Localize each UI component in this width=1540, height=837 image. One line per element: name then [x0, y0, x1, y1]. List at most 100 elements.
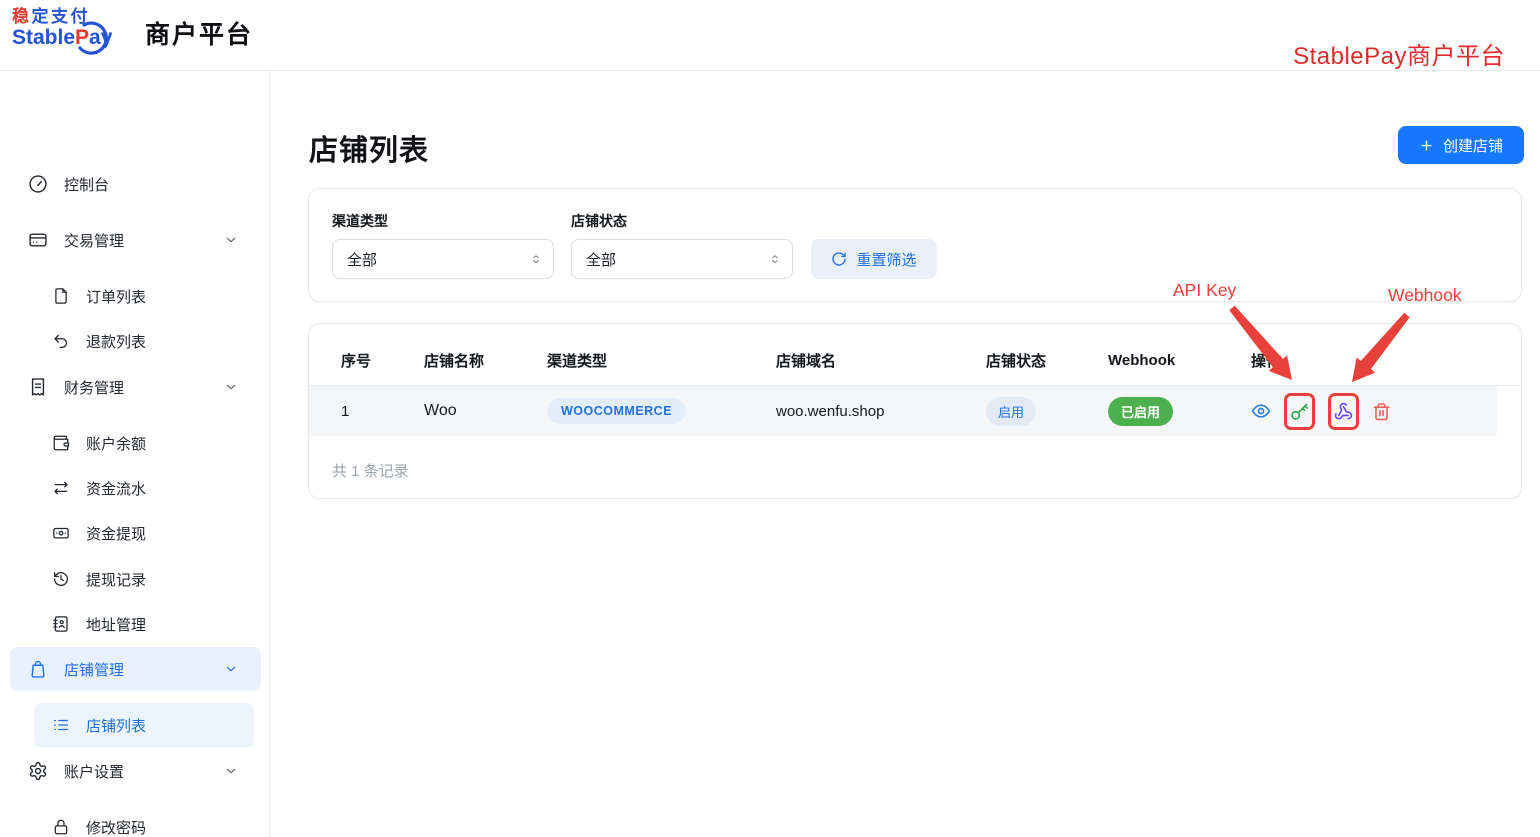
list-icon — [52, 716, 70, 734]
chevron-down-icon — [223, 232, 239, 248]
chevron-down-icon — [223, 379, 239, 395]
stablepay-logo[interactable]: 稳定支付 StablePay — [12, 7, 112, 50]
create-shop-button[interactable]: 创建店铺 — [1398, 126, 1524, 164]
sidebar-item-withdraw-records[interactable]: 提现记录 — [0, 557, 261, 601]
sidebar-item-label: 地址管理 — [86, 614, 146, 635]
select-updown-icon — [768, 251, 782, 267]
chevron-down-icon — [223, 661, 239, 677]
banknote-icon — [52, 524, 70, 542]
sidebar-item-label: 账户余额 — [86, 433, 146, 454]
table-header-row: 序号 店铺名称 渠道类型 店铺域名 店铺状态 Webhook 操作 — [309, 324, 1521, 386]
reset-filters-label: 重置筛选 — [856, 249, 916, 270]
logo-pay-wrap: Pay — [75, 26, 112, 50]
sidebar-item-refund-list[interactable]: 退款列表 — [0, 319, 261, 363]
sidebar-item-label: 资金流水 — [86, 478, 146, 499]
sidebar-item-transactions[interactable]: 交易管理 — [0, 218, 261, 262]
refresh-icon — [831, 251, 847, 267]
sidebar-item-address[interactable]: 地址管理 — [0, 602, 261, 646]
shop-status-label: 店铺状态 — [571, 211, 627, 231]
sidebar-item-shop-list[interactable]: 店铺列表 — [34, 703, 254, 747]
sidebar-item-label: 财务管理 — [64, 377, 124, 398]
plus-icon — [1419, 138, 1434, 153]
sidebar-item-label: 店铺列表 — [86, 715, 146, 736]
app-title: 商户平台 — [145, 0, 253, 71]
record-count: 共 1 条记录 — [332, 460, 409, 481]
key-icon[interactable] — [1290, 402, 1309, 421]
sidebar-item-shop-management[interactable]: 店铺管理 — [10, 647, 261, 691]
sidebar-item-label: 交易管理 — [64, 230, 124, 251]
sidebar-item-order-list[interactable]: 订单列表 — [0, 274, 261, 318]
sidebar-item-finance[interactable]: 财务管理 — [0, 365, 261, 409]
column-header: 店铺状态 — [986, 350, 1108, 371]
webhook-icon[interactable] — [1334, 402, 1353, 421]
api-key-highlight-box — [1284, 393, 1315, 430]
logo-english-text: StablePay — [12, 26, 112, 50]
sidebar-item-fund-flow[interactable]: 资金流水 — [0, 466, 261, 510]
api-key-annotation-label: API Key — [1173, 280, 1236, 301]
trash-icon[interactable] — [1372, 402, 1391, 421]
status-badge: 启用 — [986, 397, 1036, 426]
sidebar-item-change-password[interactable]: 修改密码 — [0, 805, 261, 837]
lock-icon — [52, 818, 70, 836]
merchant-platform-page: 稳定支付 StablePay 商户平台 StablePay商户平台 控制台 交易… — [0, 0, 1540, 837]
logo-cn-red: 稳 — [12, 7, 32, 26]
column-header: 序号 — [341, 350, 424, 371]
column-header: 店铺名称 — [424, 350, 547, 371]
channel-type-value: 全部 — [347, 249, 377, 270]
sidebar-nav: 控制台 交易管理 订单列表 退款列表 财务管理 账户余额 资金流水 — [0, 71, 270, 837]
cell-index: 1 — [341, 403, 424, 420]
sidebar-item-account-settings[interactable]: 账户设置 — [0, 749, 261, 793]
cell-shop-domain: woo.wenfu.shop — [776, 403, 986, 420]
webhook-annotation-label: Webhook — [1388, 285, 1462, 306]
undo-icon — [52, 332, 70, 350]
logo-en-stable: Stable — [12, 26, 75, 49]
shopping-bag-icon — [28, 659, 48, 679]
history-icon — [52, 570, 70, 588]
sidebar-item-label: 控制台 — [64, 174, 109, 195]
create-shop-label: 创建店铺 — [1443, 135, 1503, 156]
reset-filters-button[interactable]: 重置筛选 — [811, 239, 937, 279]
sidebar-item-label: 店铺管理 — [64, 659, 124, 680]
webhook-status-badge: 已启用 — [1108, 397, 1173, 426]
column-header: 操作 — [1251, 350, 1497, 371]
sidebar-item-withdraw[interactable]: 资金提现 — [0, 511, 261, 555]
header-red-annotation: StablePay商户平台 — [1293, 36, 1505, 71]
receipt-icon — [28, 377, 48, 397]
column-header: 渠道类型 — [547, 350, 776, 371]
logo-cn-blue: 定支付 — [32, 7, 91, 26]
chevron-down-icon — [223, 763, 239, 779]
logo-en-ay: ay — [89, 26, 112, 49]
top-header: 稳定支付 StablePay 商户平台 StablePay商户平台 — [0, 0, 1540, 71]
row-actions — [1251, 393, 1497, 430]
logo-en-p: P — [75, 26, 89, 49]
transfer-icon — [52, 479, 70, 497]
select-updown-icon — [529, 251, 543, 267]
sidebar-item-label: 退款列表 — [86, 331, 146, 352]
sidebar-item-label: 资金提现 — [86, 523, 146, 544]
channel-type-label: 渠道类型 — [332, 211, 388, 231]
filter-card: 渠道类型 全部 店铺状态 全部 重置筛选 — [308, 188, 1522, 302]
sidebar-item-console[interactable]: 控制台 — [0, 162, 261, 206]
shop-status-value: 全部 — [586, 249, 616, 270]
shop-status-select[interactable]: 全部 — [571, 239, 793, 279]
column-header: 店铺域名 — [776, 350, 986, 371]
dashboard-icon — [28, 174, 48, 194]
sidebar-item-label: 订单列表 — [86, 286, 146, 307]
sidebar-item-balance[interactable]: 账户余额 — [0, 421, 261, 465]
shop-table-card: 序号 店铺名称 渠道类型 店铺域名 店铺状态 Webhook 操作 1 Woo … — [308, 323, 1522, 499]
sidebar-item-label: 修改密码 — [86, 817, 146, 837]
channel-type-select[interactable]: 全部 — [332, 239, 554, 279]
sidebar-item-label: 提现记录 — [86, 569, 146, 590]
column-header: Webhook — [1108, 352, 1251, 369]
sidebar-item-label: 账户设置 — [64, 761, 124, 782]
credit-card-icon — [28, 230, 48, 250]
table-row: 1 Woo WOOCOMMERCE woo.wenfu.shop 启用 已启用 — [309, 386, 1497, 436]
page-title: 店铺列表 — [309, 127, 429, 169]
eye-icon[interactable] — [1251, 401, 1271, 421]
wallet-icon — [52, 434, 70, 452]
cell-shop-name: Woo — [424, 402, 547, 420]
webhook-highlight-box — [1328, 393, 1359, 430]
channel-badge: WOOCOMMERCE — [547, 398, 686, 424]
document-icon — [52, 287, 70, 305]
logo-chinese-text: 稳定支付 — [12, 7, 112, 26]
